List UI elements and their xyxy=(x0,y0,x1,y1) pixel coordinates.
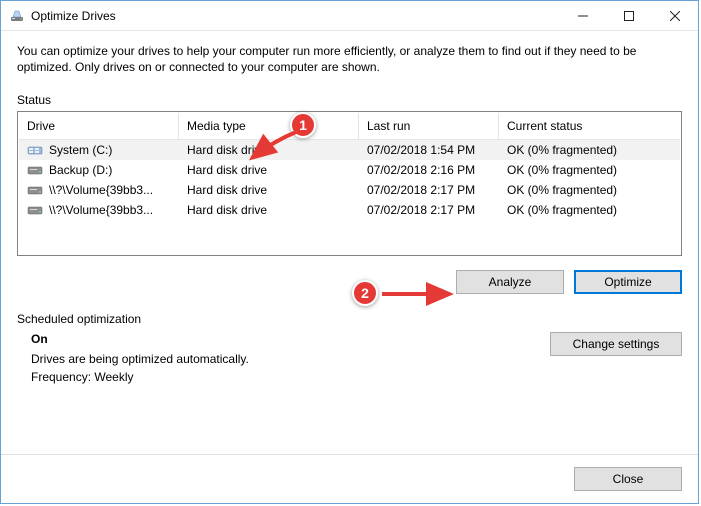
table-row[interactable]: System (C:) Hard disk drive07/02/2018 1:5… xyxy=(19,140,680,160)
window-title: Optimize Drives xyxy=(31,9,116,23)
optimize-drives-window: Optimize Drives You can optimize your dr… xyxy=(0,0,699,504)
hdd-icon xyxy=(27,204,43,216)
intro-text: You can optimize your drives to help you… xyxy=(17,43,682,75)
cell-last-run: 07/02/2018 2:17 PM xyxy=(359,181,499,199)
optimize-button[interactable]: Optimize xyxy=(574,270,682,294)
cell-media: Hard disk drive xyxy=(179,201,359,219)
table-row[interactable]: Backup (D:) Hard disk drive07/02/2018 2:1… xyxy=(19,160,680,180)
drive-list-empty-space xyxy=(19,220,680,254)
scheduled-desc: Drives are being optimized automatically… xyxy=(31,352,550,366)
cell-last-run: 07/02/2018 1:54 PM xyxy=(359,141,499,159)
app-icon xyxy=(9,8,25,24)
titlebar: Optimize Drives xyxy=(1,1,698,31)
status-group-label: Status xyxy=(17,93,682,107)
cell-drive: System (C:) xyxy=(19,141,179,159)
scheduled-freq: Frequency: Weekly xyxy=(31,370,550,384)
close-button[interactable]: Close xyxy=(574,467,682,491)
cell-status: OK (0% fragmented) xyxy=(499,141,680,159)
cell-drive: \\?\Volume{39bb3... xyxy=(19,201,179,219)
cell-last-run: 07/02/2018 2:17 PM xyxy=(359,201,499,219)
drive-name: System (C:) xyxy=(49,143,112,157)
cell-media: Hard disk drive xyxy=(179,181,359,199)
table-row[interactable]: \\?\Volume{39bb3... Hard disk drive07/02/… xyxy=(19,180,680,200)
cell-status: OK (0% fragmented) xyxy=(499,201,680,219)
drive-list-box: Drive Media type Last run Current status… xyxy=(17,111,682,256)
close-window-button[interactable] xyxy=(652,1,698,31)
cell-status: OK (0% fragmented) xyxy=(499,161,680,179)
drive-name: Backup (D:) xyxy=(49,163,112,177)
drive-name: \\?\Volume{39bb3... xyxy=(49,203,153,217)
table-row[interactable]: \\?\Volume{39bb3... Hard disk drive07/02/… xyxy=(19,200,680,220)
cell-drive: Backup (D:) xyxy=(19,161,179,179)
scheduled-info: On Drives are being optimized automatica… xyxy=(17,332,550,388)
drive-list-header: Drive Media type Last run Current status xyxy=(19,113,680,140)
analyze-button[interactable]: Analyze xyxy=(456,270,564,294)
content-area: You can optimize your drives to help you… xyxy=(1,31,698,454)
drive-list[interactable]: Drive Media type Last run Current status… xyxy=(19,113,680,254)
col-header-media[interactable]: Media type xyxy=(179,113,359,139)
maximize-button[interactable] xyxy=(606,1,652,31)
cell-media: Hard disk drive xyxy=(179,161,359,179)
drive-name: \\?\Volume{39bb3... xyxy=(49,183,153,197)
cell-drive: \\?\Volume{39bb3... xyxy=(19,181,179,199)
footer: Close xyxy=(1,454,698,503)
change-settings-button[interactable]: Change settings xyxy=(550,332,682,356)
col-header-status[interactable]: Current status xyxy=(499,113,680,139)
action-button-row: Analyze Optimize xyxy=(17,270,682,294)
system-drive-icon xyxy=(27,144,43,156)
scheduled-group-label: Scheduled optimization xyxy=(17,312,682,326)
scheduled-row: On Drives are being optimized automatica… xyxy=(17,332,682,388)
minimize-button[interactable] xyxy=(560,1,606,31)
col-header-last[interactable]: Last run xyxy=(359,113,499,139)
hdd-icon xyxy=(27,164,43,176)
hdd-icon xyxy=(27,184,43,196)
cell-media: Hard disk drive xyxy=(179,141,359,159)
cell-status: OK (0% fragmented) xyxy=(499,181,680,199)
cell-last-run: 07/02/2018 2:16 PM xyxy=(359,161,499,179)
col-header-drive[interactable]: Drive xyxy=(19,113,179,139)
scheduled-on: On xyxy=(31,332,550,346)
